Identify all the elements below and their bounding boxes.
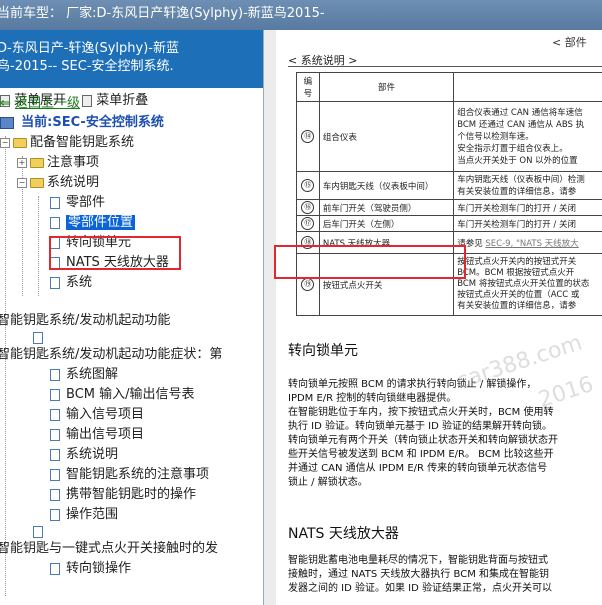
collapse-toggle-icon[interactable]: − bbox=[0, 137, 10, 148]
menu-collapse-button[interactable]: 菜单折叠 bbox=[82, 93, 148, 108]
highlight-annotation-box bbox=[274, 245, 466, 279]
nats-reference-link[interactable]: SEC-9, "NATS 天线放大 bbox=[485, 239, 578, 249]
document-icon bbox=[50, 368, 60, 381]
tree-node-bcm-io[interactable]: BCM 输入/输出信号表 bbox=[50, 385, 195, 405]
tree-node-operation-range[interactable]: 操作范围 bbox=[50, 505, 118, 525]
document-icon bbox=[50, 562, 60, 575]
back-arrow-icon: ⇐ bbox=[0, 96, 11, 111]
section-corner-label: < 部件 bbox=[552, 36, 587, 49]
tree-node-engine-start[interactable]: 智能钥匙系统/发动机起动功能 bbox=[0, 311, 170, 331]
nats-heading: NATS 天线放大器 bbox=[288, 526, 399, 542]
tree-node-input-signals[interactable]: 输入信号项目 bbox=[50, 405, 144, 425]
expand-toggle-icon[interactable]: + bbox=[17, 157, 27, 168]
document-pane: < 系统说明 > < 部件 编号 部件 ⑭ 组合仪表 组合仪表通过 CAN 通信… bbox=[264, 30, 602, 605]
nats-paragraph: 智能钥匙蓄电池电量耗尽的情况下，智能钥匙背面与按钮式 接触时，通过 NATS 天线… bbox=[288, 555, 553, 594]
document-page: < 系统说明 > < 部件 编号 部件 ⑭ 组合仪表 组合仪表通过 CAN 通信… bbox=[276, 30, 602, 605]
row-desc: 车门开关检测车门的打开 / 关闭 bbox=[453, 215, 602, 232]
collapse-toggle-icon[interactable]: − bbox=[17, 177, 27, 188]
row-number: ⑰ bbox=[301, 217, 315, 230]
tree-node-smart-key-notes[interactable]: 智能钥匙系统的注意事项 bbox=[50, 465, 209, 485]
document-icon bbox=[50, 388, 60, 401]
tree-node-system[interactable]: 系统 bbox=[50, 273, 92, 293]
row-number: ⑭ bbox=[301, 130, 315, 143]
steering-lock-heading: 转向锁单元 bbox=[288, 343, 358, 359]
row-desc: 请参见 SEC-9, "NATS 天线放大 bbox=[453, 231, 602, 254]
tree-node-precautions[interactable]: + 注意事项 bbox=[17, 153, 99, 173]
tree-node-diagram[interactable]: 系统图解 bbox=[50, 365, 118, 385]
computer-icon bbox=[0, 116, 14, 129]
document-icon bbox=[50, 508, 60, 521]
row-desc: 按钮式点火开关内的按钮式开关 BCM。BCM 根据按钮式点火开 BCM 将按钮式点火… bbox=[453, 253, 602, 316]
document-icon bbox=[50, 488, 60, 501]
table-row: ⑭ 组合仪表 组合仪表通过 CAN 通信将车速信 BCM 还通过 CAN 通信从 … bbox=[296, 101, 602, 172]
row-number: ⑲ bbox=[301, 278, 315, 291]
row-part: 车内钥匙天线（仪表板中间） bbox=[318, 171, 455, 200]
highlight-annotation-box bbox=[49, 236, 181, 270]
nav-header: D-东风日产-轩逸(Sylphy)-新蓝 鸟-2015-- SEC-安全控制系统… bbox=[0, 30, 263, 88]
tree-node-output-signals[interactable]: 输出信号项目 bbox=[50, 425, 144, 445]
parts-table: 编号 部件 ⑭ 组合仪表 组合仪表通过 CAN 通信将车速信 BCM 还通过 CA… bbox=[296, 72, 602, 316]
row-part: 后车门开关（左侧） bbox=[318, 215, 455, 232]
tree-node-key-contact[interactable]: 智能钥匙与一键式点火开关接触时的发 bbox=[0, 539, 218, 559]
nav-header-line2: 鸟-2015-- SEC-安全控制系统. bbox=[0, 59, 174, 74]
back-link[interactable]: ⇐ 返回上一级 bbox=[0, 94, 80, 114]
current-node: 当前:SEC-安全控制系统 bbox=[0, 113, 164, 133]
document-icon bbox=[50, 448, 60, 461]
table-row: ⑮ 车内钥匙天线（仪表板中间） 车内钥匙天线（仪表板中间）检测 有关安装位置的详细… bbox=[296, 171, 602, 200]
tree-node-parts[interactable]: 零部件 bbox=[50, 193, 105, 213]
tree-line bbox=[5, 136, 6, 596]
document-icon bbox=[50, 468, 60, 481]
document-icon bbox=[50, 408, 60, 421]
tree-line bbox=[38, 196, 39, 296]
document-icon bbox=[50, 216, 60, 229]
window-titlebar: 当前车型： 厂家:D-东风日产轩逸(Sylphy)-新蓝鸟2015- bbox=[0, 0, 602, 30]
tree-node-system-desc[interactable]: − 系统说明 bbox=[17, 173, 99, 193]
row-number: ⑮ bbox=[301, 179, 315, 192]
table-header-num: 编号 bbox=[296, 72, 320, 102]
folder-open-icon bbox=[13, 137, 27, 148]
tree-node-steering-op[interactable]: 转向锁操作 bbox=[50, 559, 131, 579]
nav-header-line1: D-东风日产-轩逸(Sylphy)-新蓝 bbox=[0, 41, 179, 56]
folder-icon bbox=[30, 157, 44, 168]
tree-node-carry-operation[interactable]: 携带智能钥匙时的操作 bbox=[50, 485, 196, 505]
table-row: ⑰ 后车门开关（左侧） 车门开关检测车门的打开 / 关闭 bbox=[296, 215, 602, 232]
row-part: 前车门开关（驾驶员侧） bbox=[318, 199, 455, 216]
row-part: 组合仪表 bbox=[318, 101, 455, 172]
tree-node-engine-symptoms[interactable]: 智能钥匙系统/发动机起动功能症状：第 bbox=[0, 345, 222, 365]
document-icon bbox=[33, 525, 43, 538]
heading-rule bbox=[288, 66, 602, 67]
row-desc: 组合仪表通过 CAN 通信将车速信 BCM 还通过 CAN 通信从 ABS 执个信… bbox=[453, 101, 602, 172]
folder-open-icon bbox=[30, 177, 44, 188]
document-icon bbox=[50, 276, 60, 289]
tree-node-smart-key[interactable]: − 配备智能钥匙系统 bbox=[0, 133, 134, 153]
row-number: ⑯ bbox=[301, 201, 315, 214]
table-row: ⑯ 前车门开关（驾驶员侧） 车门开关检测车门的打开 / 关闭 bbox=[296, 199, 602, 216]
page-icon bbox=[82, 94, 93, 107]
document-icon bbox=[50, 196, 60, 209]
document-icon bbox=[50, 428, 60, 441]
window-title: 当前车型： 厂家:D-东风日产轩逸(Sylphy)-新蓝鸟2015- bbox=[0, 6, 325, 21]
row-desc: 车内钥匙天线（仪表板中间）检测 有关安装位置的详细信息，请参 bbox=[453, 171, 602, 200]
table-header-desc bbox=[453, 72, 602, 102]
row-desc: 车门开关检测车门的打开 / 关闭 bbox=[453, 199, 602, 216]
tree-node-system-desc-2[interactable]: 系统说明 bbox=[50, 445, 118, 465]
tree-node-parts-location[interactable]: 零部件位置 bbox=[50, 213, 136, 233]
table-header-part: 部件 bbox=[318, 72, 455, 102]
document-icon bbox=[33, 331, 43, 344]
